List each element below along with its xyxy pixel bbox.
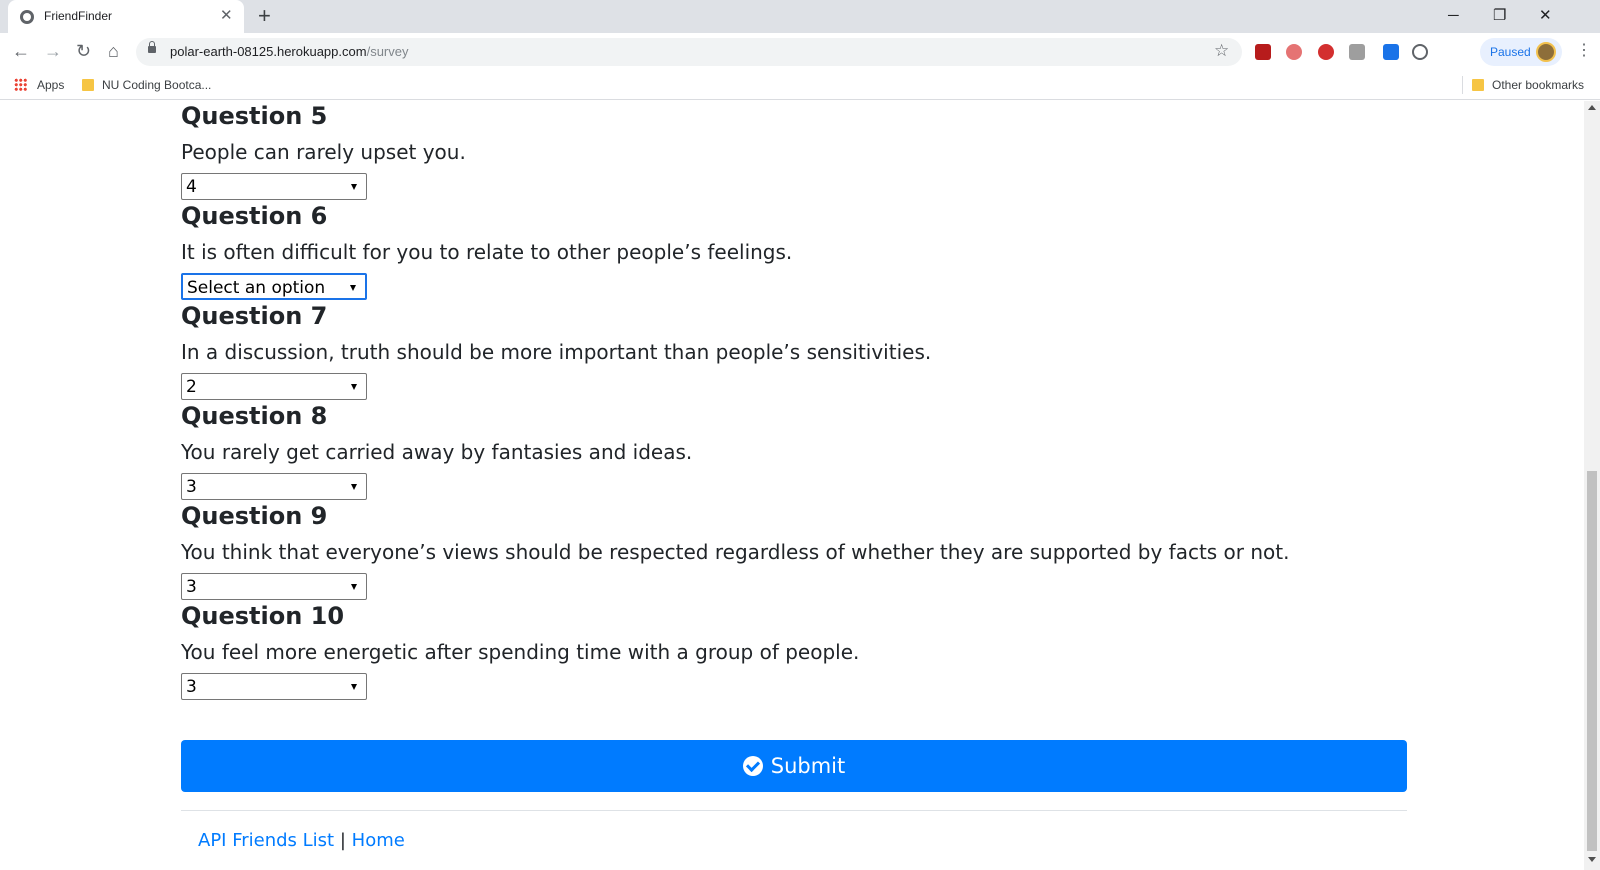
- home-link[interactable]: Home: [352, 830, 405, 851]
- question-title: Question 9: [181, 502, 328, 530]
- bookmark-star-icon[interactable]: ☆: [1214, 41, 1229, 61]
- answer-select-value: Select an option: [187, 278, 326, 298]
- answer-select[interactable]: 3: [181, 473, 367, 500]
- question-block: Question 5 People can rarely upset you. …: [181, 101, 1331, 200]
- bookmark-nu-coding[interactable]: NU Coding Bootca...: [102, 78, 211, 92]
- bookmarks-bar: Apps NU Coding Bootca... Other bookmarks: [0, 70, 1600, 100]
- url-text: polar-earth-08125.herokuapp.com/survey: [170, 44, 408, 59]
- submit-label: Submit: [770, 754, 846, 778]
- answer-select-value: 2: [186, 377, 197, 397]
- reload-icon[interactable]: ↻: [76, 39, 91, 63]
- url-path: /survey: [366, 44, 409, 59]
- question-title: Question 5: [181, 102, 328, 130]
- home-icon[interactable]: ⌂: [108, 39, 119, 63]
- bookmarks-divider: [1462, 76, 1463, 94]
- bookmark-apps[interactable]: Apps: [37, 78, 64, 92]
- dropdown-arrow-icon: [351, 184, 357, 190]
- submit-button[interactable]: Submit: [181, 740, 1407, 792]
- question-block: Question 8 You rarely get carried away b…: [181, 401, 1331, 500]
- share-extension-icon[interactable]: [1286, 44, 1302, 60]
- question-block: Question 7 In a discussion, truth should…: [181, 301, 1331, 400]
- trend-extension-icon[interactable]: [1318, 44, 1334, 60]
- avatar: [1536, 42, 1556, 62]
- extension-circle-icon[interactable]: [1412, 44, 1428, 60]
- window-close-icon[interactable]: ✕: [1539, 4, 1552, 28]
- profile-button[interactable]: Paused: [1480, 38, 1562, 66]
- question-text: You feel more energetic after spending t…: [181, 640, 860, 664]
- back-icon[interactable]: ←: [12, 39, 30, 63]
- url-host: polar-earth-08125.herokuapp.com: [170, 44, 367, 59]
- globe-icon: [20, 10, 34, 24]
- footer-separator: |: [339, 830, 346, 851]
- scroll-down-icon[interactable]: [1588, 857, 1596, 862]
- question-title: Question 8: [181, 402, 328, 430]
- question-text: You rarely get carried away by fantasies…: [181, 440, 693, 464]
- question-block: Question 10 You feel more energetic afte…: [181, 601, 1331, 700]
- question-block: Question 6 It is often difficult for you…: [181, 201, 1331, 300]
- dropdown-arrow-icon: [350, 285, 356, 291]
- page-viewport: Question 5 People can rarely upset you. …: [0, 101, 1584, 870]
- password-extension-icon[interactable]: [1349, 44, 1365, 60]
- scrollbar-thumb[interactable]: [1587, 471, 1597, 851]
- question-text: In a discussion, truth should be more im…: [181, 340, 932, 364]
- footer-links: API Friends List | Home: [198, 830, 405, 851]
- question-title: Question 10: [181, 602, 345, 630]
- question-title: Question 7: [181, 302, 328, 330]
- dropper-extension-icon[interactable]: [1383, 44, 1399, 60]
- answer-select[interactable]: 4: [181, 173, 367, 200]
- folder-icon: [82, 79, 94, 91]
- browser-toolbar: ← → ↻ ⌂ polar-earth-08125.herokuapp.com/…: [0, 33, 1600, 70]
- apps-grid-icon: [14, 78, 27, 91]
- check-circle-icon: [742, 756, 763, 776]
- dropdown-arrow-icon: [351, 384, 357, 390]
- answer-select[interactable]: 3: [181, 573, 367, 600]
- question-title: Question 6: [181, 202, 328, 230]
- lock-icon[interactable]: [148, 41, 156, 53]
- page-scrollbar[interactable]: [1584, 101, 1600, 870]
- question-text: It is often difficult for you to relate …: [181, 240, 793, 264]
- dropdown-arrow-icon: [351, 484, 357, 490]
- acrobat-extension-icon[interactable]: [1255, 44, 1271, 60]
- answer-select-value: 4: [186, 177, 197, 197]
- tab-strip: FriendFinder ✕ + ─ ❐ ✕: [0, 0, 1600, 33]
- api-friends-list-link[interactable]: API Friends List: [198, 830, 334, 851]
- bookmark-other[interactable]: Other bookmarks: [1492, 78, 1584, 92]
- new-tab-button[interactable]: +: [258, 3, 271, 29]
- footer-divider: [181, 810, 1407, 811]
- forward-icon[interactable]: →: [44, 39, 62, 63]
- address-bar[interactable]: polar-earth-08125.herokuapp.com/survey ☆: [136, 38, 1242, 66]
- answer-select[interactable]: Select an option: [181, 273, 367, 300]
- dropdown-arrow-icon: [351, 584, 357, 590]
- scroll-up-icon[interactable]: [1588, 105, 1596, 110]
- tab-friendfinder[interactable]: FriendFinder ✕: [8, 0, 244, 33]
- profile-status: Paused: [1490, 45, 1531, 59]
- dropdown-arrow-icon: [351, 684, 357, 690]
- question-text: You think that everyone’s views should b…: [181, 540, 1290, 564]
- answer-select[interactable]: 2: [181, 373, 367, 400]
- question-block: Question 9 You think that everyone’s vie…: [181, 501, 1331, 600]
- tab-title: FriendFinder: [44, 9, 113, 23]
- question-text: People can rarely upset you.: [181, 140, 466, 164]
- browser-menu-icon[interactable]: ⋮: [1576, 39, 1592, 63]
- restore-icon[interactable]: ❐: [1493, 4, 1506, 28]
- tab-close-icon[interactable]: ✕: [220, 6, 233, 26]
- submit-button-content: Submit: [181, 740, 1407, 792]
- answer-select-value: 3: [186, 677, 197, 697]
- answer-select[interactable]: 3: [181, 673, 367, 700]
- answer-select-value: 3: [186, 477, 197, 497]
- other-folder-icon: [1472, 79, 1484, 91]
- answer-select-value: 3: [186, 577, 197, 597]
- minimize-icon[interactable]: ─: [1448, 4, 1459, 28]
